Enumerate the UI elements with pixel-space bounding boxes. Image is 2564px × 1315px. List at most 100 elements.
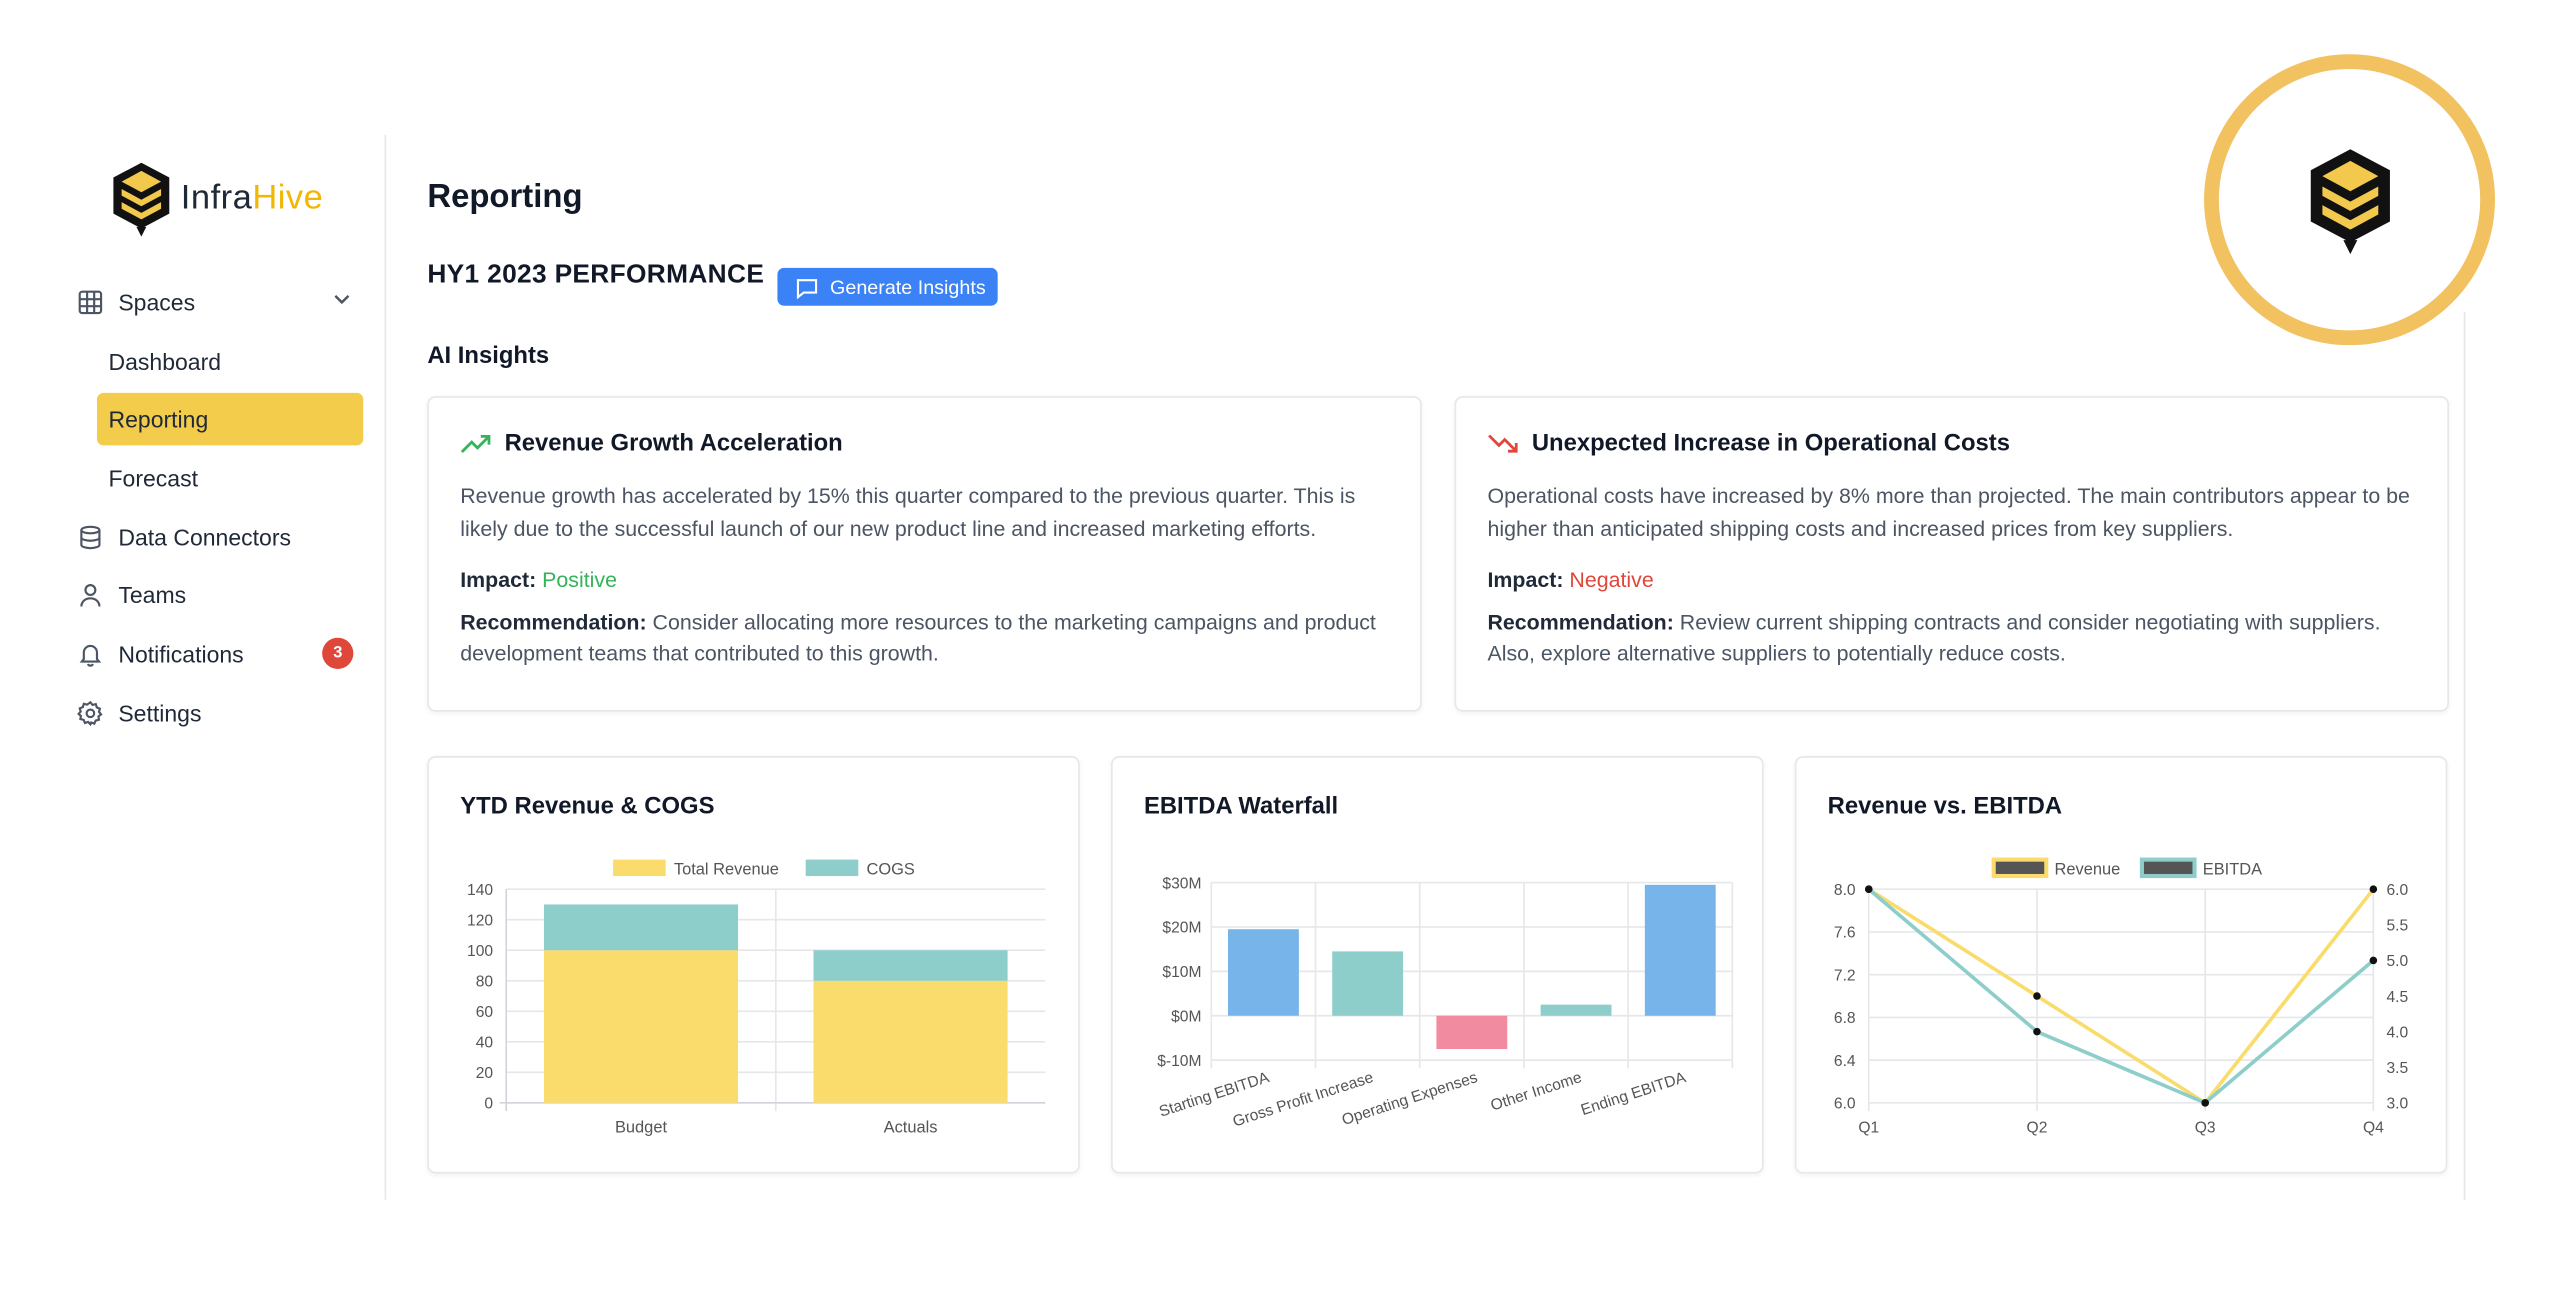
sidebar-item-spaces[interactable]: Spaces	[76, 276, 364, 329]
legend-swatch	[613, 859, 666, 877]
database-icon	[76, 523, 106, 553]
ebitda-waterfall-chart: $-10M$0M$10M$20M$30MStarting EBITDAGross…	[1157, 875, 1734, 1131]
legend-label: EBITDA	[2203, 860, 2262, 878]
revenue-cogs-chart: 0 20 40 60 80 100 120 140 Budget Actuals Total Rev…	[467, 859, 1046, 1136]
sidebar-subitem-reporting[interactable]: Reporting	[96, 392, 364, 446]
app-root: InfraHive Spaces Dashboard Reporting For…	[0, 0, 2564, 1315]
x-tick-label: Q1	[1858, 1119, 1879, 1136]
page-title: Reporting	[427, 179, 583, 216]
insight-recommendation: Recommendation: Consider allocating more…	[460, 608, 1376, 666]
chart-card-revenue-ebitda: Revenue vs. EBITDA 6.0 6.4 6.8 7.2 7.6 8.0 3.0…	[1794, 756, 2448, 1174]
waterfall-bar	[1540, 1004, 1612, 1016]
chevron-down-icon[interactable]	[330, 288, 353, 316]
data-point	[2033, 1027, 2041, 1036]
sidebar-item-data-connectors[interactable]: Data Connectors	[76, 511, 364, 564]
data-point	[2369, 885, 2378, 893]
sidebar-item-label: Reporting	[108, 405, 209, 433]
insight-impact: Impact: Negative	[1487, 567, 1654, 592]
sidebar-item-label: Spaces	[118, 289, 196, 316]
user-icon	[76, 580, 106, 610]
trending-down-icon	[1488, 434, 1518, 453]
insight-title: Unexpected Increase in Operational Costs	[1531, 430, 2010, 457]
legend-swatch	[1991, 857, 2049, 879]
trending-up-icon	[460, 434, 491, 453]
content-divider	[2463, 312, 2466, 1200]
sidebar-item-teams[interactable]: Teams	[76, 569, 364, 622]
y2-tick-label: 6.0	[2387, 882, 2409, 899]
y-tick-label: 6.0	[1834, 1096, 1856, 1113]
y-tick-label: 6.4	[1834, 1053, 1856, 1070]
sidebar-item-label: Notifications	[118, 641, 244, 668]
y-tick-label: 20	[476, 1065, 494, 1082]
sidebar-item-notifications[interactable]: Notifications 3	[76, 628, 364, 681]
x-tick-label: Q4	[2363, 1119, 2384, 1136]
impact-value: Negative	[1569, 567, 1654, 592]
main-content: Reporting HY1 2023 PERFORMANCE Generate …	[427, 135, 2465, 1200]
series-line	[1867, 887, 2375, 1106]
legend-label: Total Revenue	[674, 860, 779, 878]
x-tick-label: Actuals	[884, 1118, 938, 1136]
y-tick-label: 80	[476, 974, 494, 991]
y-tick-label: 140	[467, 882, 493, 899]
hive-logo-icon	[113, 162, 170, 237]
data-point	[1864, 885, 1873, 893]
legend-label: COGS	[867, 860, 915, 878]
section-title: HY1 2023 PERFORMANCE	[427, 261, 765, 290]
sidebar-item-label: Data Connectors	[118, 524, 292, 551]
bar-segment	[543, 950, 739, 1103]
chart-card-revenue-cogs: YTD Revenue & COGS 0 20 40 60 80 100 120 140 Bud…	[427, 756, 1080, 1174]
x-tick-label: Ending EBITDA	[1579, 1069, 1689, 1119]
sidebar-subitem-dashboard[interactable]: Dashboard	[97, 335, 363, 388]
legend-label: Revenue	[2055, 860, 2121, 878]
y-tick-label: $10M	[1162, 964, 1201, 981]
y2-tick-label: 4.0	[2387, 1024, 2409, 1041]
notification-count-badge: 3	[322, 637, 354, 669]
brand-logo[interactable]: InfraHive	[108, 158, 323, 240]
revenue-ebitda-chart: 6.06.46.87.27.68.03.03.54.04.55.05.56.0Q…	[1834, 857, 2409, 1136]
x-tick-label: Other Income	[1489, 1069, 1584, 1114]
grid-icon	[76, 288, 106, 318]
insight-title: Revenue Growth Acceleration	[504, 430, 843, 457]
insight-card: Unexpected Increase in Operational Costs…	[1454, 396, 2449, 712]
insight-description: Operational costs have increased by 8% m…	[1487, 483, 2410, 540]
insight-recommendation: Recommendation: Review current shipping …	[1487, 608, 2381, 666]
bar-segment	[813, 980, 1008, 1103]
sidebar-item-label: Dashboard	[108, 348, 222, 375]
message-square-icon	[796, 278, 818, 299]
y2-tick-label: 3.5	[2387, 1060, 2409, 1077]
y-tick-label: 0	[484, 1096, 493, 1113]
bar-segment	[813, 950, 1008, 981]
waterfall-bar	[1436, 1015, 1508, 1050]
waterfall-bar	[1332, 951, 1404, 1016]
sidebar-item-settings[interactable]: Settings	[76, 687, 364, 740]
insight-card: Revenue Growth Acceleration Revenue grow…	[427, 396, 1422, 712]
sidebar-item-label: Forecast	[108, 465, 199, 492]
x-tick-label: Q2	[2027, 1119, 2048, 1136]
generate-insights-label: Generate Insights	[830, 275, 986, 299]
gear-icon	[76, 699, 106, 729]
data-point	[2033, 992, 2041, 1000]
y2-tick-label: 4.5	[2387, 989, 2409, 1006]
sidebar-subitem-forecast[interactable]: Forecast	[97, 452, 363, 505]
generate-insights-button[interactable]: Generate Insights	[777, 267, 998, 306]
sidebar-item-label: Teams	[118, 581, 187, 609]
chart-card-ebitda-waterfall: EBITDA Waterfall $-10M $0M $10M $20M $30M Sta…	[1111, 756, 1764, 1174]
y-tick-label: 120	[467, 912, 493, 929]
y-tick-label: $30M	[1162, 875, 1201, 892]
x-tick-label: Budget	[615, 1118, 667, 1136]
y-tick-label: 60	[476, 1004, 494, 1021]
y-tick-label: 7.2	[1834, 967, 1856, 984]
legend-swatch	[2139, 857, 2197, 879]
hive-logo-icon	[2309, 148, 2390, 254]
brand-name: InfraHive	[180, 179, 324, 217]
data-point	[2201, 1099, 2209, 1107]
y2-tick-label: 3.0	[2387, 1096, 2409, 1113]
y2-tick-label: 5.0	[2387, 953, 2409, 970]
y-tick-label: $20M	[1162, 920, 1201, 937]
data-point	[2369, 956, 2378, 965]
y-tick-label: 100	[467, 943, 493, 960]
insight-impact: Impact: Positive	[460, 567, 617, 592]
y2-tick-label: 5.5	[2387, 918, 2409, 935]
ai-insights-heading: AI Insights	[427, 343, 550, 370]
user-avatar[interactable]	[2204, 54, 2495, 346]
